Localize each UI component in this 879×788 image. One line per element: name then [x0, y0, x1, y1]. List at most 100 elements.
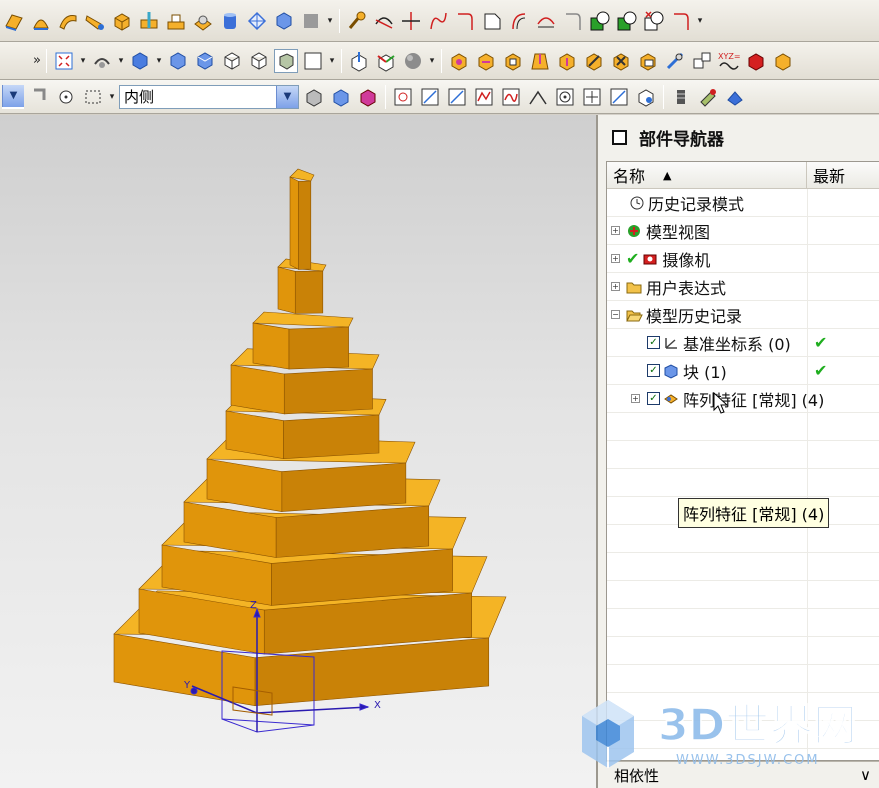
tier-right-face[interactable] — [294, 270, 324, 314]
face-select-icon[interactable] — [302, 85, 326, 109]
background-color-icon[interactable] — [301, 49, 325, 73]
snap-arrow-icon[interactable] — [27, 85, 51, 109]
tier-right-face[interactable] — [283, 414, 380, 459]
offset-face-icon[interactable] — [555, 49, 579, 73]
trim-body-feature-icon[interactable] — [636, 49, 660, 73]
rectangle-select-icon[interactable] — [81, 85, 105, 109]
sheet-icon[interactable] — [299, 9, 323, 33]
point-snap-icon[interactable] — [54, 85, 78, 109]
material-sphere-icon[interactable] — [401, 49, 425, 73]
tree-row-history-mode[interactable]: 历史记录模式 — [607, 189, 879, 217]
tree-row-user-expressions[interactable]: + 用户表达式 — [607, 273, 879, 301]
snap-existing-point-icon[interactable] — [607, 85, 631, 109]
snap-control-point-icon[interactable] — [472, 85, 496, 109]
block-feature-icon[interactable] — [110, 9, 134, 33]
tier-top-face[interactable] — [252, 311, 354, 328]
snap-endpoint-icon[interactable] — [418, 85, 442, 109]
scale-body-icon[interactable] — [582, 49, 606, 73]
tree-row-pattern-feature[interactable]: + ✓ 阵列特征 [常规] (4) — [607, 385, 879, 413]
snap-midpoint-icon[interactable] — [445, 85, 469, 109]
pocket-icon[interactable] — [191, 9, 215, 33]
arc-curve-icon[interactable] — [453, 9, 477, 33]
tier-left-face[interactable] — [230, 364, 285, 415]
tree-row-model-views[interactable]: + 模型视图 — [607, 217, 879, 245]
view-trimetric-icon[interactable] — [166, 49, 190, 73]
tree-row-cameras[interactable]: + ✔ 摄像机 — [607, 245, 879, 273]
snap-intersection-icon[interactable] — [526, 85, 550, 109]
tier-right-face[interactable] — [298, 180, 312, 270]
shell-icon[interactable] — [501, 49, 525, 73]
split-body-icon[interactable] — [609, 49, 633, 73]
show-hide-icon[interactable] — [723, 85, 747, 109]
expand-plus-icon[interactable]: + — [611, 226, 620, 235]
fit-view-dropdown[interactable]: ▾ — [79, 56, 87, 66]
snap-all-points-icon[interactable] — [391, 85, 415, 109]
material-dropdown[interactable]: ▾ — [428, 56, 436, 66]
tier-left-face[interactable] — [277, 266, 296, 314]
pattern-feature-icon[interactable] — [663, 49, 687, 73]
view-hidden-edges-icon[interactable] — [247, 49, 271, 73]
pagoda-model[interactable]: Z X Y — [0, 115, 596, 788]
view-wireframe-icon[interactable] — [220, 49, 244, 73]
toolbar-overflow-chevron[interactable]: » — [33, 53, 41, 68]
feature-edit-icon[interactable] — [771, 49, 795, 73]
body-select-icon[interactable] — [329, 85, 353, 109]
tube-icon[interactable] — [83, 9, 107, 33]
tree-row-datum-csys[interactable]: ✓ 基准坐标系 (0) ✔ — [607, 329, 879, 357]
sphere-icon[interactable] — [272, 9, 296, 33]
edge-blend-icon[interactable] — [447, 49, 471, 73]
tree-row-model-history[interactable]: − 模型历史记录 — [607, 301, 879, 329]
mirror-feature-icon[interactable] — [690, 49, 714, 73]
intersect-icon[interactable] — [642, 9, 666, 33]
feature-select-icon[interactable] — [356, 85, 380, 109]
feature-checkbox[interactable]: ✓ — [647, 336, 660, 349]
navigator-tree[interactable]: 名称 ▲ 最新 历史记录模式 + 模型视图 + ✔ 摄像机 + 用户表达式 − … — [606, 161, 879, 761]
rotate-view-dropdown[interactable]: ▾ — [117, 56, 125, 66]
tier-right-face[interactable] — [283, 368, 373, 415]
line-intersect-icon[interactable] — [399, 9, 423, 33]
tier-left-face[interactable] — [289, 176, 299, 270]
hole-feature-icon[interactable] — [137, 9, 161, 33]
chamfer-icon[interactable] — [474, 49, 498, 73]
tier-right-face[interactable] — [281, 462, 407, 512]
face-rule-select[interactable]: 内侧 ▼ — [119, 84, 299, 109]
tier-left-face[interactable] — [183, 501, 277, 558]
column-name-header[interactable]: 名称 ▲ — [607, 162, 807, 188]
extrude-face-icon[interactable] — [2, 9, 26, 33]
layer-settings-icon[interactable] — [669, 85, 693, 109]
type-filter-dropdown[interactable]: ▼ — [2, 84, 24, 109]
render-style-dropdown[interactable]: ▾ — [155, 56, 163, 66]
view-edges-active-icon[interactable] — [274, 48, 298, 73]
sweep-icon[interactable] — [56, 9, 80, 33]
feature-checkbox[interactable]: ✓ — [647, 364, 660, 377]
cylinder-icon[interactable] — [218, 9, 242, 33]
fillet-corner-icon[interactable] — [561, 9, 585, 33]
unite-icon[interactable] — [588, 9, 612, 33]
toolbar1-overflow-dropdown[interactable]: ▾ — [326, 16, 334, 26]
draft-icon[interactable] — [528, 49, 552, 73]
bridge-curve-icon[interactable] — [534, 9, 558, 33]
tier-left-face[interactable] — [206, 458, 283, 512]
spline-icon[interactable] — [426, 9, 450, 33]
curve-offset-icon[interactable] — [507, 9, 531, 33]
expand-plus-icon[interactable]: + — [611, 282, 620, 291]
trim-body-icon[interactable] — [669, 9, 693, 33]
face-rule-dropdown-button[interactable]: ▼ — [276, 85, 298, 108]
curve-trim-icon[interactable] — [372, 9, 396, 33]
background-dropdown[interactable]: ▾ — [328, 56, 336, 66]
toolbar1-end-dropdown[interactable]: ▾ — [696, 16, 704, 26]
subtract-icon[interactable] — [615, 9, 639, 33]
snap-spline-icon[interactable] — [499, 85, 523, 109]
revolve-icon[interactable] — [29, 9, 53, 33]
graphics-viewport[interactable]: Z X Y — [0, 115, 596, 788]
tier-left-face[interactable] — [252, 322, 290, 370]
select-mode-dropdown[interactable]: ▾ — [108, 92, 116, 102]
tier-right-face[interactable] — [288, 326, 349, 370]
snap-on-curve-icon[interactable] — [634, 85, 658, 109]
wcs-orient-icon[interactable] — [347, 49, 371, 73]
view-isometric-icon[interactable] — [193, 49, 217, 73]
snap-quadrant-icon[interactable] — [580, 85, 604, 109]
wcs-dynamic-icon[interactable] — [374, 49, 398, 73]
fit-view-icon[interactable] — [52, 49, 76, 73]
snap-center-icon[interactable] — [553, 85, 577, 109]
